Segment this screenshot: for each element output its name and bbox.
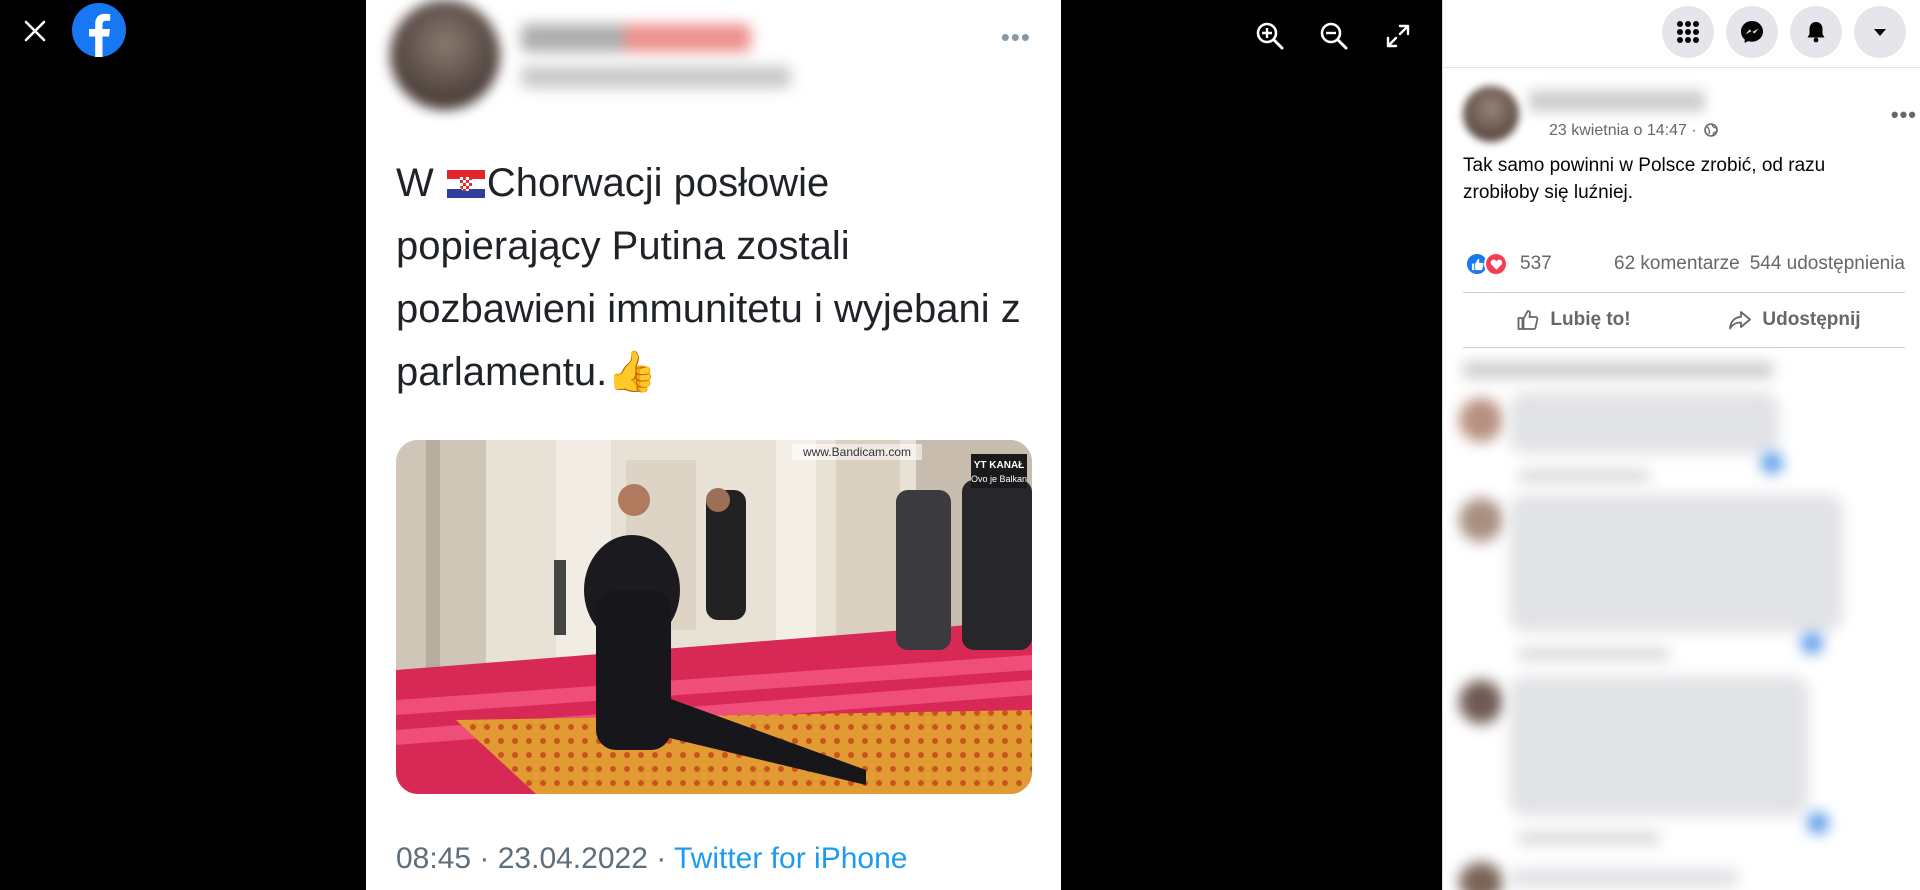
comments-filter-blurred [1463,362,1773,378]
comment-bubble-blurred [1509,494,1843,632]
tweet-author-name-blurred [521,24,751,52]
zoom-in-button[interactable] [1252,18,1288,54]
fullscreen-button[interactable] [1380,18,1416,54]
viewer-toolbar [1252,18,1416,54]
tweet-meta: 08:45 · 23.04.2022 · Twitter for iPhone [396,842,907,876]
comment-actions-blurred [1519,648,1669,660]
love-reaction-icon [1484,252,1508,276]
globe-icon [1704,123,1718,137]
comment-avatar-blurred [1459,498,1503,542]
comment-reaction-blurred [1801,632,1823,654]
post-stats: 537 62 komentarze 544 udostępnienia [1465,252,1905,276]
zoom-out-icon [1320,22,1348,50]
menu-button[interactable] [1662,6,1714,58]
comment-avatar-blurred [1459,862,1503,890]
comment-avatar-blurred [1459,398,1503,442]
top-navigation-bar [1443,0,1920,68]
post-actions: Lubię to! Udostępnij [1463,292,1905,348]
post-text: Tak samo powinni w Polsce zrobić, od raz… [1463,155,1826,203]
zoom-out-button[interactable] [1316,18,1352,54]
parliament-scene-image: www.Bandicam.com YT KANAŁ Ovo je Balkan [396,440,1032,794]
messenger-icon [1741,21,1763,43]
caret-down-icon [1874,29,1886,36]
share-arrow-icon [1729,311,1752,330]
tweet-author-handle-blurred [521,66,791,88]
fullscreen-icon [1386,24,1410,48]
facebook-logo-icon[interactable] [72,3,126,57]
tweet-timestamp: 08:45 · 23.04.2022 · [396,842,674,875]
comment-avatar-blurred [1459,680,1503,724]
comment-actions-blurred [1519,470,1649,482]
tweet-video-frame: www.Bandicam.com YT KANAŁ Ovo je Balkan [396,440,1032,794]
close-icon [24,20,46,42]
comment-actions-blurred [1519,832,1659,844]
photo-viewer-page: ••• W Chorwacji posłowie popierający Put… [0,0,1920,890]
tweet-text: W Chorwacji posłowie popierający Putina … [396,152,1036,404]
tweet-more-icon: ••• [1000,22,1031,52]
tweet-text-body: Chorwacji posłowie popierający Putina zo… [396,161,1021,394]
tweet-screenshot-image: ••• W Chorwacji posłowie popierający Put… [366,0,1061,890]
tweet-avatar-blurred [390,0,500,110]
close-viewer-button[interactable] [16,12,54,50]
comment-bubble-blurred [1509,868,1739,888]
tweet-source: Twitter for iPhone [674,842,908,875]
comment-reaction-blurred [1761,452,1783,474]
post-sidebar: 23 kwietnia o 14:47 · ••• Tak samo powin… [1442,0,1920,890]
bell-icon [1807,22,1825,43]
notifications-button[interactable] [1790,6,1842,58]
share-button[interactable]: Udostępnij [1684,293,1905,347]
comment-bubble-blurred [1509,392,1779,454]
like-button[interactable]: Lubię to! [1463,293,1684,347]
tweet-text-prefix: W [396,161,445,205]
post-options-button[interactable]: ••• [1891,102,1917,128]
account-menu-button[interactable] [1854,6,1906,58]
comment-bubble-blurred [1509,676,1809,816]
thumbs-up-icon [1517,310,1539,330]
messenger-button[interactable] [1726,6,1778,58]
thumbs-up-emoji: 👍 [607,350,658,394]
comments-count[interactable]: 62 komentarze [1614,253,1740,275]
share-button-label: Udostępnij [1762,309,1861,330]
post-timestamp[interactable]: 23 kwietnia o 14:47 · [1549,122,1718,140]
media-badge-line1: YT KANAŁ [974,460,1025,471]
shares-count[interactable]: 544 udostępnienia [1750,253,1905,275]
zoom-in-icon [1256,22,1284,50]
media-watermark: www.Bandicam.com [802,445,911,459]
reaction-count[interactable]: 537 [1520,253,1552,275]
media-badge-line2: Ovo je Balkan [971,474,1027,484]
comment-reaction-blurred [1807,812,1829,834]
grid-menu-icon [1677,21,1699,43]
reactions-summary[interactable] [1465,252,1508,276]
post-author-name-blurred[interactable] [1529,90,1705,112]
like-button-label: Lubię to! [1550,309,1631,330]
croatia-flag-icon [446,170,485,198]
photo-viewer: ••• W Chorwacji posłowie popierający Put… [0,0,1442,890]
post-timestamp-text: 23 kwietnia o 14:47 · [1549,122,1697,139]
post-author-avatar-blurred[interactable] [1463,86,1519,142]
